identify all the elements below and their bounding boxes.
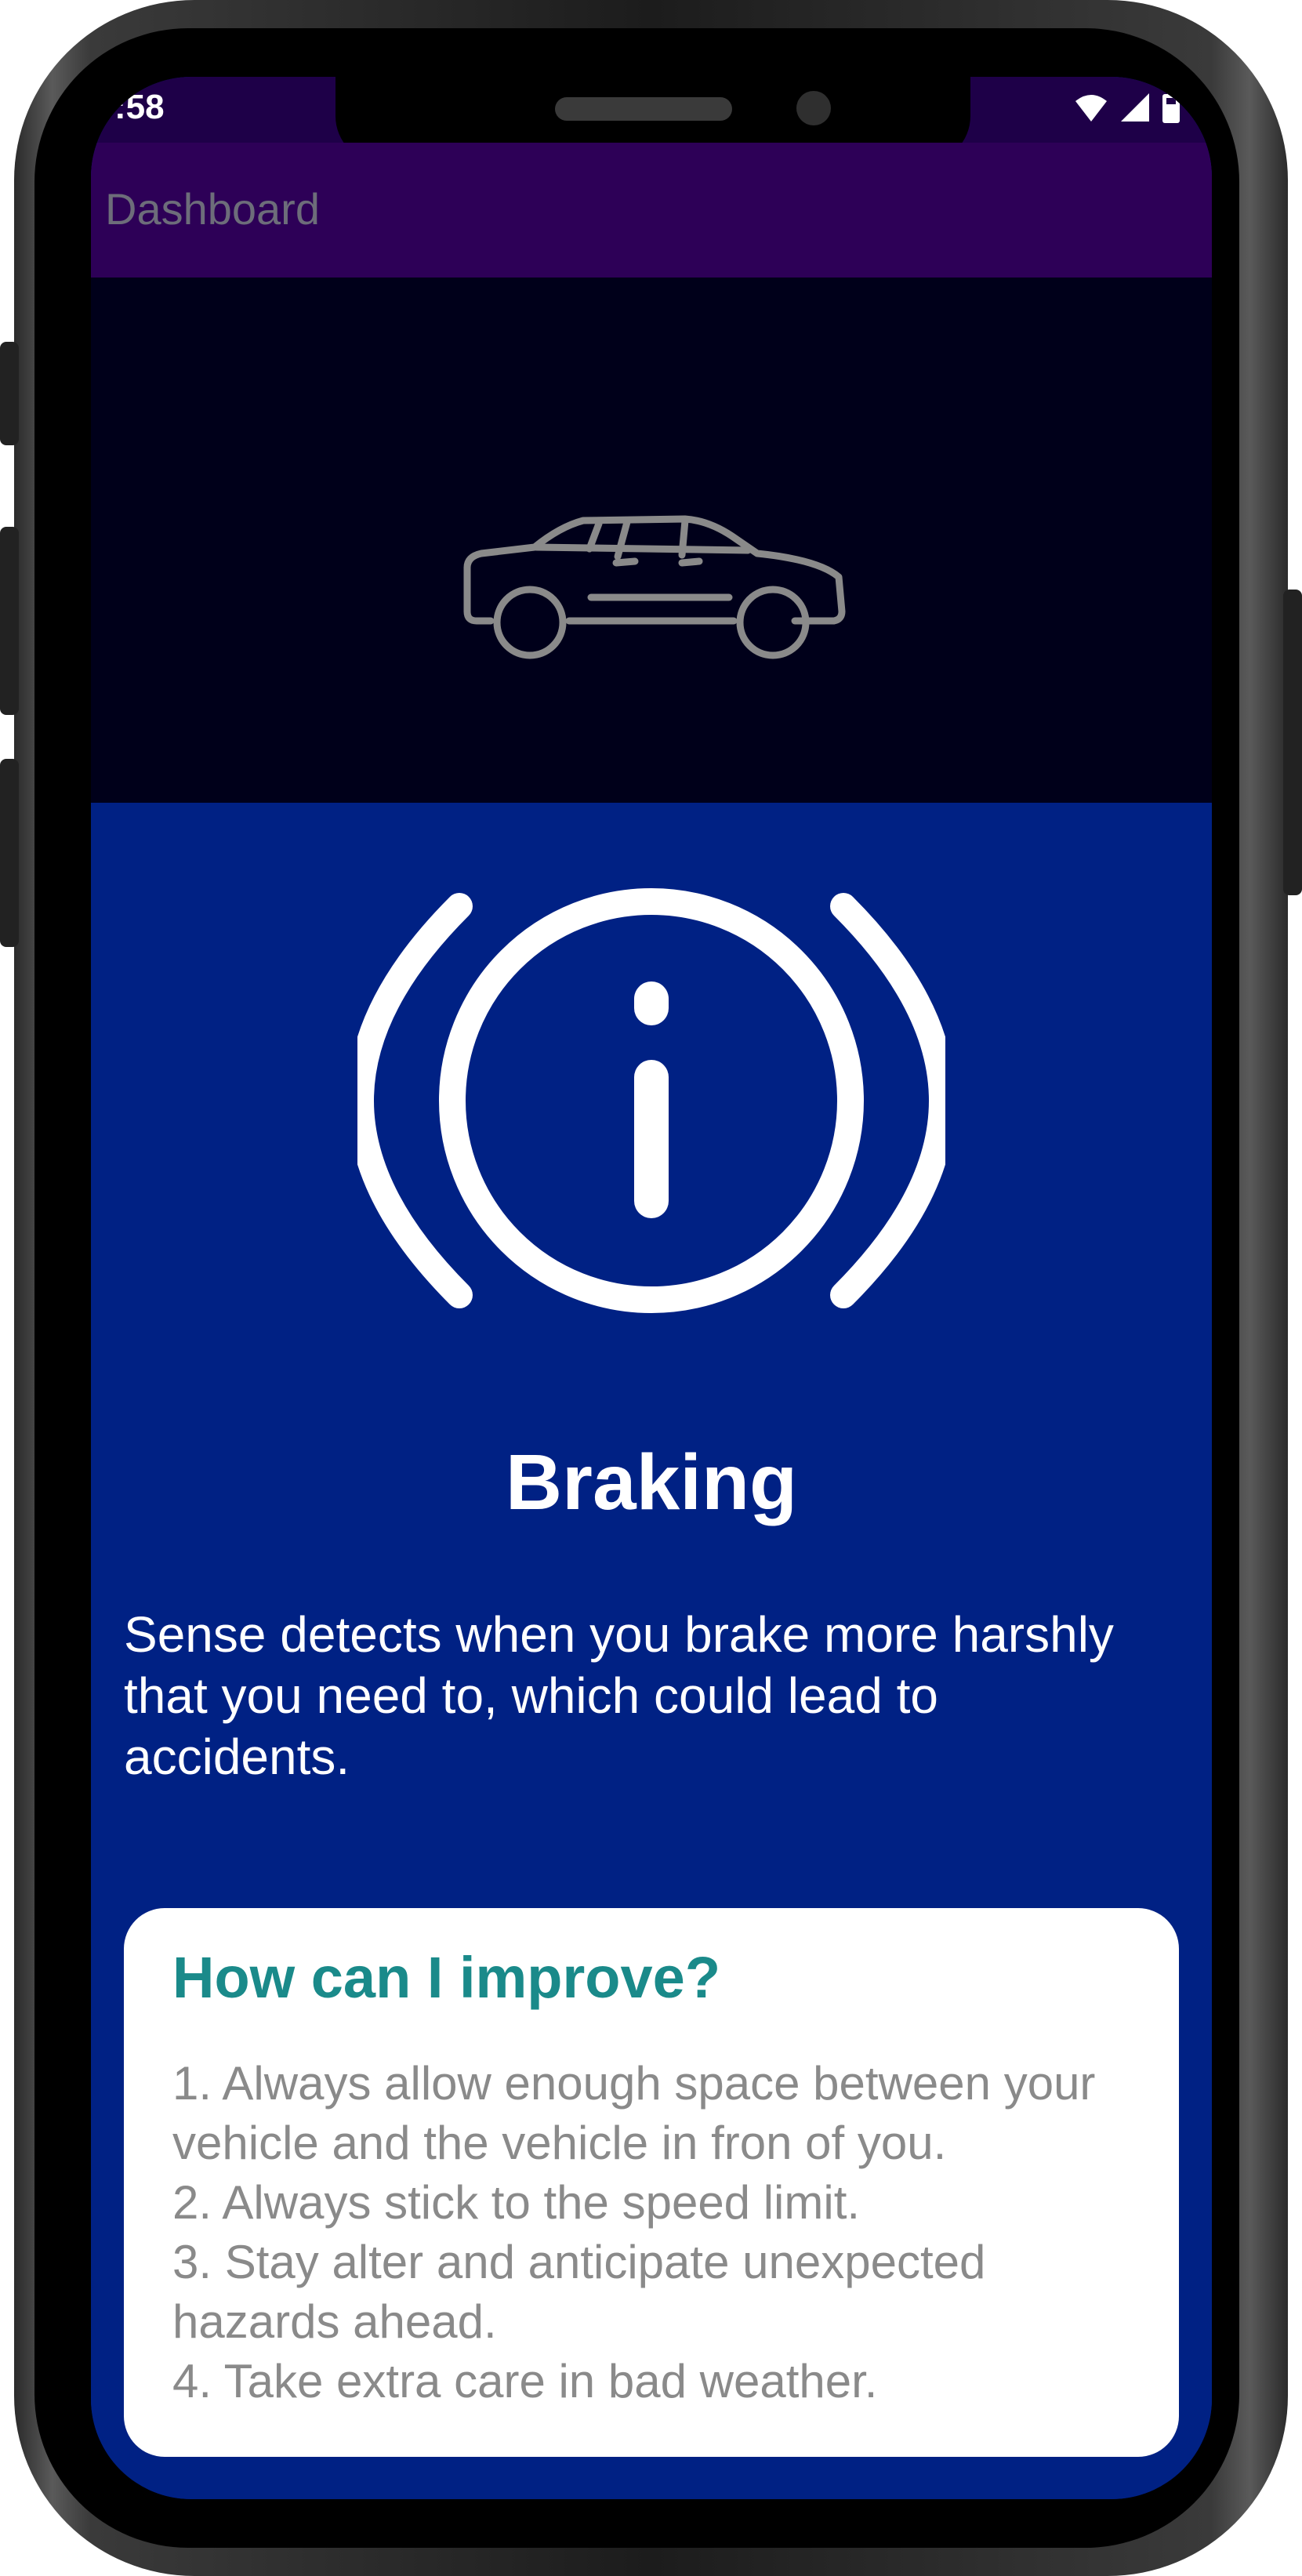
car-icon bbox=[463, 515, 846, 659]
phone-silent-switch bbox=[0, 342, 19, 445]
phone-volume-down-button bbox=[0, 759, 19, 947]
status-time: :58 bbox=[114, 88, 165, 126]
app-bar-title: Dashboard bbox=[105, 184, 320, 234]
app-bar: Dashboard bbox=[91, 143, 1212, 278]
tip-item: 2. Always stick to the speed limit. bbox=[172, 2176, 861, 2229]
battery-icon bbox=[1162, 91, 1180, 123]
tips-list: 1. Always allow enough space between you… bbox=[172, 2054, 1152, 2411]
status-icons bbox=[1074, 91, 1181, 124]
tip-item: 1. Always allow enough space between you… bbox=[172, 2057, 1096, 2169]
wifi-icon bbox=[1075, 95, 1107, 122]
braking-title: Braking bbox=[505, 1439, 798, 1526]
hero-banner bbox=[91, 278, 1212, 803]
phone-volume-up-button bbox=[0, 527, 19, 715]
front-camera bbox=[796, 91, 831, 125]
braking-description: Sense detects when you brake more harshl… bbox=[124, 1606, 1114, 1785]
tip-item: 3. Stay alter and anticipate unexpected … bbox=[172, 2236, 986, 2348]
improvement-tips-card: How can I improve? 1. Always allow enoug… bbox=[124, 1908, 1179, 2457]
tips-title: How can I improve? bbox=[172, 1945, 721, 2010]
tip-item: 4. Take extra care in bad weather. bbox=[172, 2355, 878, 2407]
brake-warning-icon bbox=[357, 888, 945, 1313]
phone-power-button bbox=[1283, 590, 1302, 895]
speaker-grille bbox=[555, 97, 732, 121]
content-panel: Braking Sense detects when you brake mor… bbox=[91, 803, 1212, 2499]
signal-icon bbox=[1121, 93, 1149, 122]
phone-screen: :58 Dashboard Braking Sense detects when… bbox=[91, 77, 1212, 2499]
